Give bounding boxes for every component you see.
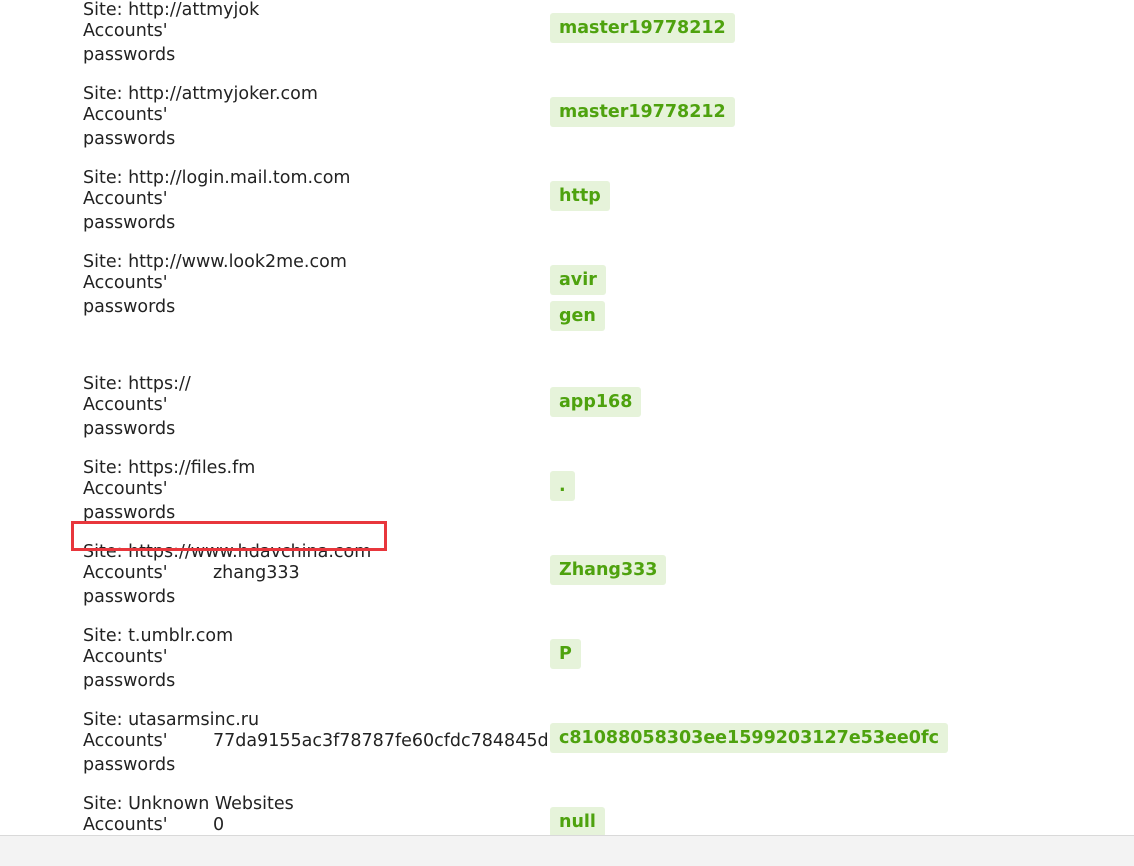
accounts-label-line2: passwords <box>83 755 176 775</box>
accounts-passwords-label: Accounts' passwords <box>83 477 193 525</box>
password-value: app168 <box>550 387 642 417</box>
password-list: . <box>550 471 575 507</box>
site-url: https://files.fm <box>128 458 256 478</box>
accounts-label-line1: Accounts' <box>83 731 168 751</box>
site-url: Unknown Websites <box>128 794 294 814</box>
password-value: avir <box>550 265 606 295</box>
password-value: master19778212 <box>550 97 735 127</box>
account-row: Accounts' passwords master19778212 <box>0 97 1134 157</box>
site-prefix: Site: <box>83 84 129 104</box>
accounts-label-line2: passwords <box>83 213 176 233</box>
site-url: http://attmyjoker.com <box>128 84 318 104</box>
site-prefix: Site: <box>83 794 129 814</box>
accounts-label-line1: Accounts' <box>83 479 168 499</box>
account-row: Accounts' passwords 77da9155ac3f78787fe60c… <box>0 723 1134 783</box>
site-prefix: Site: <box>83 0 129 20</box>
accounts-label-line2: passwords <box>83 671 176 691</box>
password-list: master19778212 <box>550 97 735 133</box>
accounts-passwords-label: Accounts' passwords <box>83 645 193 693</box>
accounts-label-line2: passwords <box>83 297 176 317</box>
password-list: avir gen <box>550 265 606 337</box>
password-list: null <box>550 807 605 835</box>
account-row: Accounts' passwords app168 <box>0 387 1134 447</box>
site-prefix: Site: <box>83 374 129 394</box>
password-list: c81088058303ee1599203127e53ee0fc <box>550 723 948 759</box>
site-prefix: Site: <box>83 626 129 646</box>
accounts-passwords-label: Accounts'passwords <box>83 813 193 835</box>
password-value: Zhang333 <box>550 555 667 585</box>
site-prefix: Site: <box>83 542 129 562</box>
password-value: c81088058303ee1599203127e53ee0fc <box>550 723 948 753</box>
account-row: Accounts' passwords master19778212 <box>0 13 1134 73</box>
site-url: http://attmyjok <box>128 0 260 20</box>
credentials-list: Site: http://attmyjok Accounts' passwords m… <box>0 0 1134 835</box>
site-url: http://www.look2me.com <box>128 252 347 272</box>
password-list: Zhang333 <box>550 555 667 591</box>
bottom-scrollbar-area[interactable] <box>0 835 1134 866</box>
accounts-label-line1: Accounts' <box>83 189 168 209</box>
accounts-label-line1: Accounts' <box>83 21 168 41</box>
password-value: . <box>550 471 575 501</box>
accounts-label-line2: passwords <box>83 45 176 65</box>
account-row: Accounts' passwords. <box>0 471 1134 531</box>
accounts-passwords-label: Accounts' passwords <box>83 103 193 151</box>
site-prefix: Site: <box>83 458 129 478</box>
site-url: http://login.mail.tom.com <box>128 168 351 188</box>
site-prefix: Site: <box>83 168 129 188</box>
account-row: Accounts' passwords P <box>0 639 1134 699</box>
account-row: Accounts'passwords 0 null <box>0 807 1134 835</box>
site-url: https:// <box>128 374 191 394</box>
accounts-label-line2: passwords <box>83 587 176 607</box>
site-url: https://www.hdavchina.com <box>128 542 372 562</box>
site-prefix: Site: <box>83 710 129 730</box>
account-username: zhang333 <box>213 563 300 583</box>
accounts-label-line2: passwords <box>83 419 176 439</box>
credentials-report: Site: http://attmyjok Accounts' passwords m… <box>0 0 1134 835</box>
accounts-passwords-label: Accounts' passwords <box>83 187 193 235</box>
password-value: P <box>550 639 581 669</box>
account-row: Accounts' passwords avir gen <box>0 265 1134 363</box>
account-row: Accounts' passwords http <box>0 181 1134 241</box>
accounts-label-line1: Accounts' <box>83 105 168 125</box>
account-username: 0 <box>213 815 225 835</box>
account-username: 77da9155ac3f78787fe60cfdc784845d <box>213 731 549 751</box>
account-row: Accounts' passwords zhang333 Zhang333 <box>0 555 1134 615</box>
password-value: null <box>550 807 605 835</box>
accounts-label-line2: passwords <box>83 129 176 149</box>
password-list: master19778212 <box>550 13 735 49</box>
site-prefix: Site: <box>83 252 129 272</box>
password-list: app168 <box>550 387 642 423</box>
site-url: t.umblr.com <box>128 626 234 646</box>
accounts-label-line1: Accounts' <box>83 395 168 415</box>
accounts-label-line1: Accounts' <box>83 815 168 835</box>
accounts-label-line1: Accounts' <box>83 273 168 293</box>
accounts-label-line1: Accounts' <box>83 647 168 667</box>
accounts-label-line2: passwords <box>83 503 176 523</box>
accounts-passwords-label: Accounts' passwords <box>83 561 193 609</box>
password-value: master19778212 <box>550 13 735 43</box>
accounts-passwords-label: Accounts' passwords <box>83 729 193 777</box>
accounts-passwords-label: Accounts' passwords <box>83 393 193 441</box>
accounts-passwords-label: Accounts' passwords <box>83 271 193 319</box>
password-list: P <box>550 639 581 675</box>
password-value: http <box>550 181 610 211</box>
password-list: http <box>550 181 610 217</box>
accounts-passwords-label: Accounts' passwords <box>83 19 193 67</box>
site-url: utasarmsinc.ru <box>128 710 260 730</box>
password-value: gen <box>550 301 605 331</box>
accounts-label-line1: Accounts' <box>83 563 168 583</box>
